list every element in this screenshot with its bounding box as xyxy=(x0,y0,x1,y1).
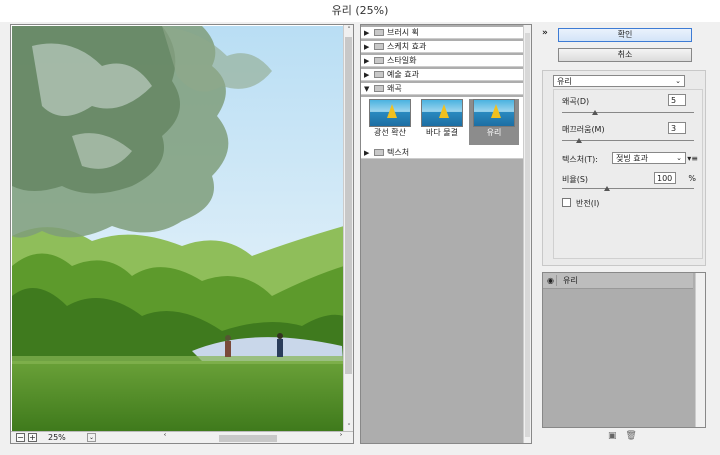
folder-open-icon xyxy=(374,85,384,92)
scale-label: 비율(S) xyxy=(562,175,589,184)
filter-gallery: ▶ 브러시 획 ▶ 스케치 효과 ▶ 스타일화 ▶ 예술 효과 ▼ 왜곡 광선 확산 바다… xyxy=(360,24,532,444)
zoom-in-button[interactable]: + xyxy=(28,433,37,442)
invert-checkbox[interactable] xyxy=(562,198,571,207)
distortion-input[interactable]: 5 xyxy=(668,94,686,106)
category-label: 스타일화 xyxy=(387,56,417,65)
chevron-down-icon: ⌄ xyxy=(676,154,682,162)
texture-menu-icon[interactable]: ▾≡ xyxy=(687,154,698,163)
distortion-label: 왜곡(D) xyxy=(562,97,590,106)
layer-actions: ▣ 🗑 xyxy=(608,431,643,441)
filter-preview-thumbnail xyxy=(421,99,463,127)
distort-thumbnails: 광선 확산 바다 물결 유리 xyxy=(361,97,524,147)
scroll-left-icon[interactable]: ˂ xyxy=(163,433,167,443)
horizontal-scroll-thumb[interactable] xyxy=(219,435,277,442)
slider-knob[interactable] xyxy=(576,138,583,143)
scale-input[interactable]: 100 xyxy=(654,172,676,184)
effect-layers-panel: ◉ 유리 xyxy=(542,272,706,428)
collapsed-triangle-icon: ▶ xyxy=(364,149,370,157)
collapsed-triangle-icon: ▶ xyxy=(364,71,370,79)
filter-select[interactable]: 유리 ⌄ xyxy=(553,75,685,87)
effect-layer-row[interactable]: ◉ 유리 xyxy=(543,273,693,289)
category-distort[interactable]: ▼ 왜곡 xyxy=(361,83,524,95)
collapse-gallery-icon[interactable]: » xyxy=(542,28,548,38)
filter-preview-thumbnail xyxy=(369,99,411,127)
distortion-slider[interactable] xyxy=(562,110,694,115)
smoothness-label: 매끄러움(M) xyxy=(562,125,605,134)
texture-select-value: 젖빙 효과 xyxy=(616,154,648,163)
eye-icon[interactable]: ◉ xyxy=(545,275,557,286)
effect-layer-name: 유리 xyxy=(563,276,578,285)
category-stylize[interactable]: ▶ 스타일화 xyxy=(361,55,524,67)
expanded-triangle-icon: ▼ xyxy=(364,85,370,93)
gallery-scroll-thumb[interactable] xyxy=(525,33,530,437)
folder-icon xyxy=(374,43,384,50)
preview-vertical-scrollbar[interactable]: ˄ ˅ xyxy=(343,25,353,432)
smoothness-slider[interactable] xyxy=(562,138,694,143)
vertical-scroll-thumb[interactable] xyxy=(345,37,352,374)
scale-unit: % xyxy=(688,174,696,183)
folder-icon xyxy=(374,71,384,78)
filter-thumb-ocean-ripple[interactable]: 바다 물결 xyxy=(417,99,467,145)
collapsed-triangle-icon: ▶ xyxy=(364,43,370,51)
category-label: 예술 효과 xyxy=(387,70,419,79)
preview-panel[interactable]: ˄ ˅ − + 25% ⌄ ˂ ˃ xyxy=(10,24,354,444)
filter-thumb-label: 바다 물결 xyxy=(426,128,458,137)
category-label: 스케치 효과 xyxy=(387,42,427,51)
category-label: 왜곡 xyxy=(387,84,402,93)
category-label: 브러시 획 xyxy=(387,28,419,37)
filter-thumb-diffuse-glow[interactable]: 광선 확산 xyxy=(365,99,415,145)
preview-footer: − + 25% ⌄ ˂ ˃ xyxy=(11,431,353,443)
folder-icon xyxy=(374,57,384,64)
delete-effect-layer-icon[interactable]: 🗑 xyxy=(625,431,636,441)
category-brush-strokes[interactable]: ▶ 브러시 획 xyxy=(361,27,524,39)
slider-knob[interactable] xyxy=(592,110,598,115)
category-texture[interactable]: ▶ 텍스처 xyxy=(361,147,524,159)
chevron-down-icon[interactable]: ⌄ xyxy=(87,433,96,442)
folder-icon xyxy=(374,29,384,36)
zoom-level-select[interactable]: 25% ⌄ xyxy=(48,432,96,443)
collapsed-triangle-icon: ▶ xyxy=(364,29,370,37)
smoothness-input[interactable]: 3 xyxy=(668,122,686,134)
ok-button[interactable]: 확인 xyxy=(558,28,692,42)
scale-slider[interactable] xyxy=(562,186,694,191)
folder-icon xyxy=(374,149,384,156)
texture-select[interactable]: 젖빙 효과 ⌄ xyxy=(612,152,686,164)
filter-options: 왜곡(D) 5 매끄러움(M) 3 텍스처(T): 젖빙 효과 ⌄ ▾≡ 비율(… xyxy=(553,89,703,259)
cancel-button[interactable]: 취소 xyxy=(558,48,692,62)
scroll-up-icon[interactable]: ˄ xyxy=(344,25,354,35)
filter-select-value: 유리 xyxy=(557,77,572,86)
category-label: 텍스처 xyxy=(387,148,410,157)
invert-label: 반전(I) xyxy=(576,199,600,208)
category-sketch[interactable]: ▶ 스케치 효과 xyxy=(361,41,524,53)
category-artistic[interactable]: ▶ 예술 효과 xyxy=(361,69,524,81)
chevron-down-icon: ⌄ xyxy=(675,77,681,85)
filter-preview-thumbnail xyxy=(473,99,515,127)
gallery-scrollbar[interactable] xyxy=(523,25,531,443)
filter-thumb-label: 유리 xyxy=(486,128,502,137)
filter-thumb-label: 광선 확산 xyxy=(374,128,406,137)
slider-knob[interactable] xyxy=(603,186,610,191)
scroll-right-icon[interactable]: ˃ xyxy=(339,433,343,443)
window-title: 유리 (25%) xyxy=(0,0,720,22)
zoom-level-value: 25% xyxy=(48,433,66,442)
preview-image[interactable] xyxy=(12,26,344,431)
new-effect-layer-icon[interactable]: ▣ xyxy=(608,431,617,441)
filter-thumb-glass[interactable]: 유리 xyxy=(469,99,519,145)
zoom-out-button[interactable]: − xyxy=(16,433,25,442)
texture-label: 텍스처(T): xyxy=(562,155,598,164)
settings-panel: » 확인 취소 유리 ⌄ 왜곡(D) 5 매끄러움(M) 3 텍스처(T): 젖… xyxy=(538,22,708,450)
collapsed-triangle-icon: ▶ xyxy=(364,57,370,65)
layers-scrollbar[interactable] xyxy=(695,273,705,427)
preview-horizontal-scrollbar[interactable]: ˂ ˃ xyxy=(163,433,343,443)
filter-settings: 유리 ⌄ 왜곡(D) 5 매끄러움(M) 3 텍스처(T): 젖빙 효과 ⌄ ▾… xyxy=(542,70,706,266)
